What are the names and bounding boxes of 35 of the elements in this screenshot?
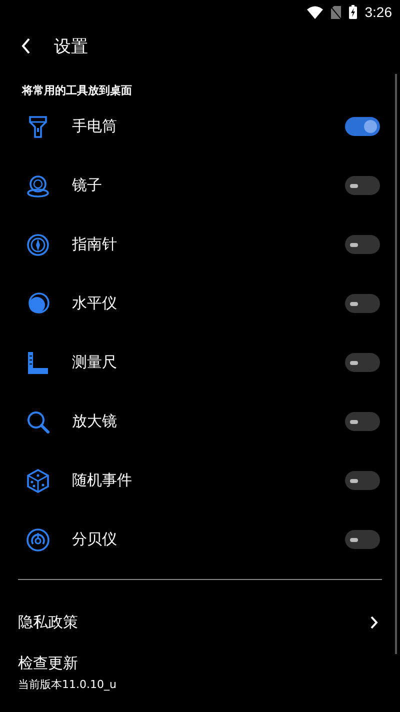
toggle-switch[interactable] bbox=[345, 530, 380, 549]
level-icon bbox=[26, 292, 50, 316]
tool-label: 放大镜 bbox=[72, 412, 118, 431]
tool-label: 指南针 bbox=[72, 235, 118, 254]
tool-label: 测量尺 bbox=[72, 353, 118, 372]
chevron-right-icon bbox=[370, 616, 378, 628]
battery-icon bbox=[348, 5, 357, 19]
flashlight-icon bbox=[26, 114, 50, 138]
tool-label: 手电筒 bbox=[72, 117, 118, 136]
toggle-switch[interactable] bbox=[345, 294, 380, 313]
decibel-meter-icon bbox=[26, 528, 50, 552]
wifi-icon bbox=[306, 6, 323, 18]
privacy-policy-link[interactable]: 隐私政策 bbox=[18, 612, 78, 632]
toggle-switch[interactable] bbox=[345, 353, 380, 372]
section-title: 将常用的工具放到桌面 bbox=[20, 83, 133, 99]
check-update-link[interactable]: 检查更新 bbox=[18, 654, 78, 673]
toggle-switch[interactable] bbox=[345, 117, 380, 136]
tool-label: 水平仪 bbox=[72, 294, 118, 313]
version-text: 当前版本11.0.10_u bbox=[18, 677, 116, 692]
search-icon bbox=[26, 410, 50, 434]
toggle-switch[interactable] bbox=[345, 176, 380, 195]
status-time: 3:26 bbox=[364, 4, 392, 20]
compass-icon bbox=[26, 232, 50, 256]
toggle-switch[interactable] bbox=[345, 412, 380, 431]
back-icon[interactable] bbox=[21, 38, 31, 54]
mirror-icon bbox=[26, 174, 50, 198]
no-sim-icon bbox=[330, 6, 341, 18]
toggle-switch[interactable] bbox=[345, 471, 380, 490]
ruler-icon bbox=[26, 350, 50, 374]
dice-icon bbox=[26, 468, 50, 492]
toggle-switch[interactable] bbox=[345, 235, 380, 254]
tool-label: 镜子 bbox=[72, 176, 103, 195]
tool-label: 分贝仪 bbox=[72, 530, 118, 549]
tool-label: 随机事件 bbox=[72, 471, 133, 490]
page-title: 设置 bbox=[54, 36, 88, 58]
